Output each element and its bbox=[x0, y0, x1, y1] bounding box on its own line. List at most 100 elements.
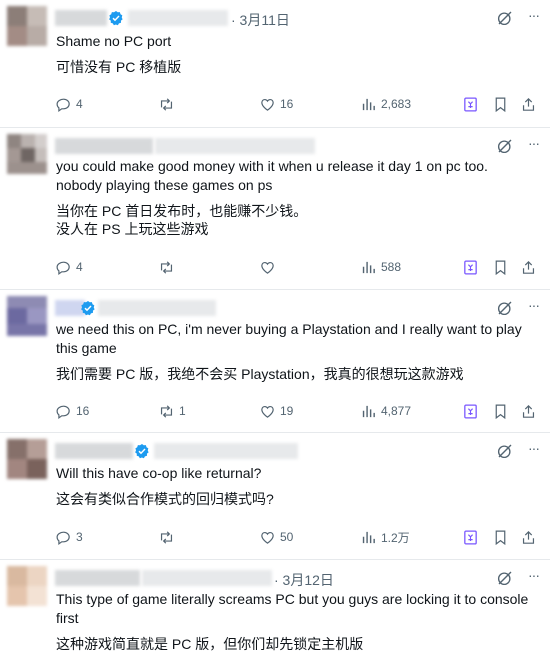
grok-icon[interactable] bbox=[496, 569, 514, 587]
display-name-blurred[interactable] bbox=[55, 570, 140, 586]
like-button[interactable]: 16 bbox=[259, 94, 293, 114]
like-button[interactable]: 19 bbox=[259, 401, 293, 421]
handle-blurred[interactable] bbox=[154, 443, 298, 459]
grok-share-icon bbox=[464, 403, 477, 419]
view-count: 588 bbox=[381, 260, 402, 274]
views-button[interactable]: 2,683 bbox=[360, 94, 411, 114]
tweet-4[interactable]: ··· Will this have co-op like returnal? … bbox=[0, 433, 550, 560]
repost-count: 1 bbox=[179, 404, 186, 418]
handle-blurred[interactable] bbox=[142, 570, 272, 586]
reply-count: 4 bbox=[76, 260, 83, 274]
verified-badge-icon bbox=[135, 444, 149, 459]
bookmark-icon bbox=[495, 530, 506, 545]
grok-share-button[interactable] bbox=[462, 257, 479, 277]
grok-icon[interactable] bbox=[496, 137, 514, 155]
tweet-actions: 3 50 1.2万 bbox=[55, 527, 537, 547]
views-button[interactable]: 1.2万 bbox=[360, 527, 410, 547]
tweet-text-line: Shame no PC port bbox=[56, 33, 172, 49]
avatar[interactable] bbox=[7, 439, 47, 479]
handle-blurred[interactable] bbox=[98, 300, 216, 316]
avatar[interactable] bbox=[7, 134, 47, 174]
share-icon bbox=[522, 530, 535, 544]
share-button[interactable] bbox=[520, 257, 537, 277]
bookmark-icon bbox=[495, 260, 506, 275]
reply-button[interactable]: 16 bbox=[55, 401, 89, 421]
tweet-actions: 4 16 2,683 bbox=[55, 94, 537, 114]
tweet-2[interactable]: ··· you could make good money with it wh… bbox=[0, 128, 550, 290]
verified-badge-icon bbox=[81, 301, 95, 316]
tweet-text-line: nobody playing these games on ps bbox=[56, 177, 273, 193]
views-icon bbox=[362, 531, 375, 543]
avatar[interactable] bbox=[7, 566, 47, 606]
views-icon bbox=[362, 98, 375, 110]
view-count: 1.2万 bbox=[381, 530, 410, 545]
reply-button[interactable]: 3 bbox=[55, 527, 83, 547]
reply-icon bbox=[56, 531, 70, 545]
tweet-5[interactable]: · 3月12日 ··· This type of game literally … bbox=[0, 560, 550, 665]
handle-blurred[interactable] bbox=[155, 138, 315, 154]
like-button[interactable] bbox=[259, 257, 280, 277]
tweet-text-line: 这种游戏简直就是 PC 版，但你们却先锁定主机版 bbox=[56, 636, 364, 652]
bookmark-icon bbox=[495, 404, 506, 419]
grok-share-icon bbox=[464, 529, 477, 545]
repost-button[interactable]: 1 bbox=[158, 401, 186, 421]
view-count: 2,683 bbox=[381, 97, 412, 111]
display-name-blurred[interactable] bbox=[55, 10, 107, 26]
share-button[interactable] bbox=[520, 94, 537, 114]
reply-count: 16 bbox=[76, 404, 90, 418]
tweet-1[interactable]: · 3月11日 ··· Shame no PC port 可惜没有 PC 移植版… bbox=[0, 0, 550, 128]
tweet-text-line: we need this on PC, i'm never buying a P… bbox=[56, 321, 522, 337]
share-button[interactable] bbox=[520, 527, 537, 547]
views-button[interactable]: 4,877 bbox=[360, 401, 411, 421]
views-button[interactable]: 588 bbox=[360, 257, 401, 277]
grok-share-button[interactable] bbox=[462, 527, 479, 547]
reply-button[interactable]: 4 bbox=[55, 94, 83, 114]
views-icon bbox=[362, 261, 375, 273]
grok-share-button[interactable] bbox=[462, 401, 479, 421]
bookmark-button[interactable] bbox=[492, 527, 509, 547]
display-name-blurred[interactable] bbox=[55, 443, 133, 459]
like-icon bbox=[261, 405, 274, 418]
repost-button[interactable] bbox=[158, 257, 179, 277]
repost-button[interactable] bbox=[158, 94, 179, 114]
reply-button[interactable]: 4 bbox=[55, 257, 83, 277]
like-icon bbox=[261, 531, 274, 544]
more-icon[interactable]: ··· bbox=[528, 8, 540, 22]
more-icon[interactable]: ··· bbox=[528, 136, 540, 150]
tweet-date[interactable]: · 3月12日 bbox=[274, 570, 334, 590]
avatar[interactable] bbox=[7, 6, 47, 46]
share-icon bbox=[522, 404, 535, 418]
more-icon[interactable]: ··· bbox=[528, 441, 540, 455]
tweet-text-line: Will this have co-op like returnal? bbox=[56, 465, 262, 481]
views-icon bbox=[362, 405, 375, 417]
like-button[interactable]: 50 bbox=[259, 527, 293, 547]
like-count: 16 bbox=[280, 97, 294, 111]
display-name-blurred[interactable] bbox=[55, 138, 153, 154]
share-icon bbox=[522, 97, 535, 111]
handle-blurred[interactable] bbox=[128, 10, 228, 26]
grok-icon[interactable] bbox=[496, 9, 514, 27]
verified-badge-icon bbox=[109, 11, 123, 26]
more-icon[interactable]: ··· bbox=[528, 298, 540, 312]
repost-icon bbox=[160, 260, 173, 274]
bookmark-button[interactable] bbox=[492, 401, 509, 421]
tweet-text-line: first bbox=[56, 610, 79, 626]
grok-icon[interactable] bbox=[496, 299, 514, 317]
repost-icon bbox=[160, 97, 173, 111]
avatar[interactable] bbox=[7, 296, 47, 336]
share-button[interactable] bbox=[520, 401, 537, 421]
repost-icon bbox=[160, 530, 173, 544]
more-icon[interactable]: ··· bbox=[528, 568, 540, 582]
grok-share-button[interactable] bbox=[462, 94, 479, 114]
tweet-date[interactable]: · 3月11日 bbox=[231, 10, 290, 30]
reply-icon bbox=[56, 261, 70, 275]
like-icon bbox=[261, 261, 274, 274]
repost-button[interactable] bbox=[158, 527, 179, 547]
tweet-text-line: 可惜没有 PC 移植版 bbox=[56, 59, 182, 75]
like-count: 50 bbox=[280, 530, 294, 544]
bookmark-button[interactable] bbox=[492, 257, 509, 277]
grok-icon[interactable] bbox=[496, 442, 514, 460]
tweet-3[interactable]: ··· we need this on PC, i'm never buying… bbox=[0, 290, 550, 433]
tweet-text-line: This type of game literally screams PC b… bbox=[56, 591, 529, 607]
bookmark-button[interactable] bbox=[492, 94, 509, 114]
